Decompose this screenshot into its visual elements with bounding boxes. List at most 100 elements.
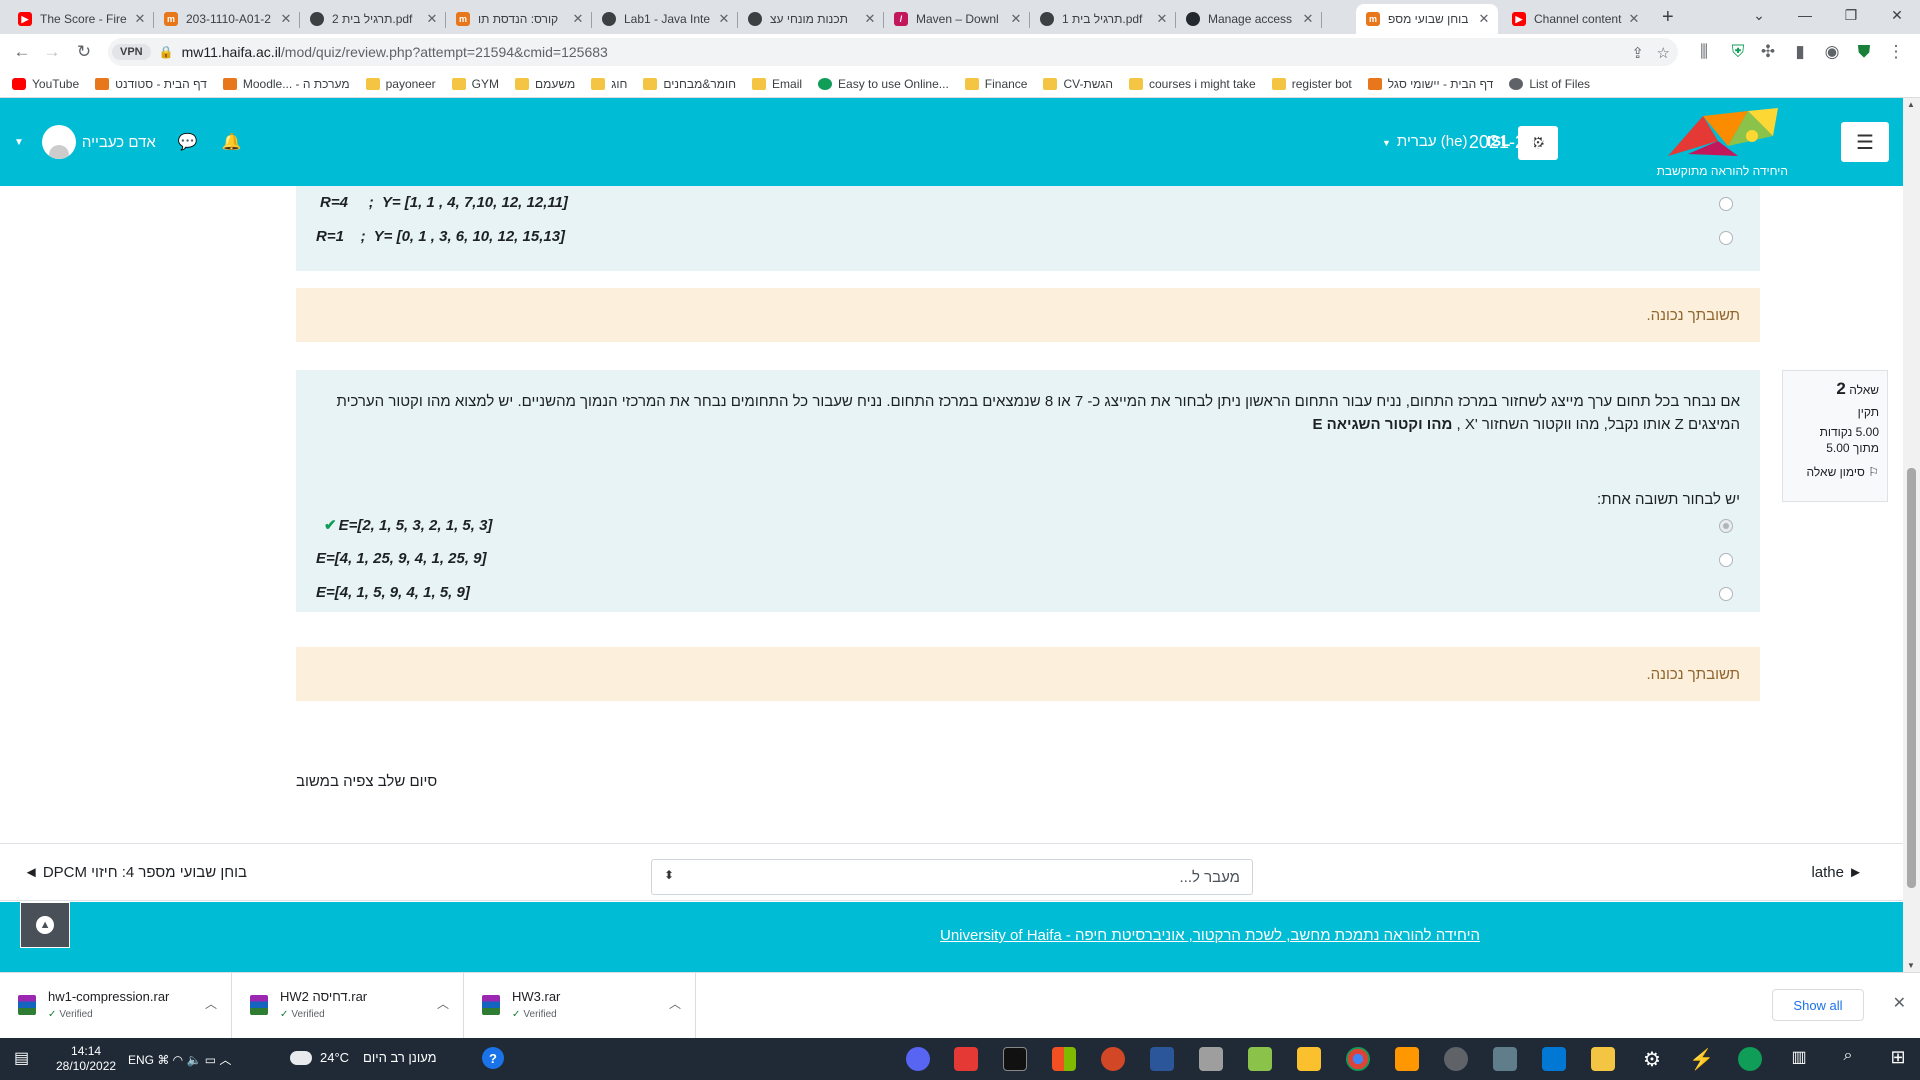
discord-icon[interactable] bbox=[906, 1047, 930, 1071]
close-shelf-icon[interactable]: ✕ bbox=[1893, 993, 1906, 1013]
chrome-icon[interactable] bbox=[1346, 1047, 1370, 1071]
share-icon[interactable]: ⇪ bbox=[1631, 44, 1644, 62]
address-bar[interactable]: VPN 🔒 mw11.haifa.ac.il/mod/quiz/review.p… bbox=[108, 38, 1678, 66]
messages-icon[interactable]: 💬 bbox=[178, 132, 198, 152]
close-tab-icon[interactable]: ✕ bbox=[862, 11, 878, 27]
bookmark-folder[interactable]: payoneer bbox=[365, 77, 436, 91]
powerpoint-icon[interactable] bbox=[1101, 1047, 1125, 1071]
reload-icon[interactable]: ↻ bbox=[72, 40, 96, 64]
browser-tab[interactable]: ▶ Channel content ✕ bbox=[1502, 4, 1648, 34]
file-explorer-icon[interactable] bbox=[1591, 1047, 1615, 1071]
site-logo[interactable]: היחידה להוראה מתוקשבת bbox=[1648, 106, 1788, 178]
bookmark-item[interactable]: YouTube bbox=[12, 77, 79, 91]
app-icon[interactable] bbox=[1199, 1047, 1223, 1071]
avatar[interactable] bbox=[41, 125, 76, 159]
bookmark-folder[interactable]: חוג bbox=[591, 77, 627, 91]
close-tab-icon[interactable]: ✕ bbox=[424, 11, 440, 27]
download-item[interactable]: HW3.rar ✓ Verified ︿ bbox=[464, 973, 696, 1039]
weather-widget[interactable]: 24°C מעונן רב היום bbox=[290, 1045, 437, 1065]
new-tab-button[interactable]: + bbox=[1662, 6, 1674, 29]
user-name[interactable]: אדם כעבייה bbox=[82, 134, 156, 151]
answer-option[interactable]: E=[4, 1, 25, 9, 4, 1, 25, 9] bbox=[296, 546, 1760, 574]
restore-icon[interactable]: ❐ bbox=[1828, 0, 1874, 30]
close-tab-icon[interactable]: ✕ bbox=[132, 11, 148, 27]
security-extension-icon[interactable]: ⛊ bbox=[1852, 40, 1876, 64]
settings-gear-icon[interactable]: ⚙ bbox=[1640, 1047, 1664, 1071]
word-icon[interactable] bbox=[1150, 1047, 1174, 1071]
help-icon[interactable]: ? bbox=[482, 1047, 504, 1069]
bookmark-star-icon[interactable]: ☆ bbox=[1657, 44, 1670, 62]
forward-arrow-icon[interactable]: → bbox=[40, 40, 64, 64]
network-app-icon[interactable] bbox=[1493, 1047, 1517, 1071]
browser-tab[interactable]: ▶ The Score - Fire ✕ bbox=[8, 4, 154, 34]
taskbar-clock[interactable]: 14:14 28/10/2022 bbox=[56, 1044, 116, 1074]
answer-radio[interactable] bbox=[1719, 587, 1733, 601]
chevron-up-icon[interactable]: ︿ bbox=[205, 995, 217, 1012]
search-icon[interactable]: ⌕ bbox=[1836, 1047, 1860, 1071]
vpn-badge[interactable]: VPN bbox=[112, 44, 151, 60]
previous-activity-link[interactable]: בוחן שבועי מספר 4: חיזוי DPCM ◄ bbox=[24, 864, 247, 881]
bookmark-item[interactable]: דף הבית - יישומי סגל bbox=[1367, 77, 1493, 91]
lock-icon[interactable]: 🔒 bbox=[159, 45, 174, 59]
language-menu[interactable]: ▼ עברית (he) bbox=[1382, 133, 1467, 150]
back-arrow-icon[interactable]: ← bbox=[10, 40, 34, 64]
page-scrollbar[interactable]: ▲ ▼ bbox=[1903, 98, 1920, 972]
answer-option-correct[interactable]: ✔ E=[2, 1, 5, 3, 2, 1, 5, 3] bbox=[296, 512, 1760, 540]
ms-store-icon[interactable] bbox=[1052, 1047, 1076, 1071]
caret-down-icon[interactable]: ▼ bbox=[14, 137, 24, 148]
hamburger-menu-button[interactable]: ☰ bbox=[1841, 122, 1889, 162]
close-tab-icon[interactable]: ✕ bbox=[1626, 11, 1642, 27]
browser-active-icon[interactable] bbox=[1444, 1047, 1468, 1071]
browser-tab[interactable]: Manage access ✕ bbox=[1176, 4, 1322, 34]
close-tab-icon[interactable]: ✕ bbox=[570, 11, 586, 27]
close-tab-icon[interactable]: ✕ bbox=[278, 11, 294, 27]
download-item[interactable]: HW2 דחיסה.rar ✓ Verified ︿ bbox=[232, 973, 464, 1039]
answer-option[interactable]: R=4 ; Y= [1, 1 , 4, 7,10, 12, 12,11] bbox=[296, 190, 1760, 218]
edge-icon[interactable] bbox=[1738, 1047, 1762, 1071]
answer-option[interactable]: E=[4, 1, 5, 9, 4, 1, 5, 9] bbox=[296, 580, 1760, 608]
minimize-icon[interactable]: — bbox=[1782, 0, 1828, 30]
bookmark-folder[interactable]: חומר&מבחנים bbox=[643, 77, 736, 91]
answer-radio[interactable] bbox=[1719, 197, 1733, 211]
bookmark-folder[interactable]: courses i might take bbox=[1129, 77, 1256, 91]
tab-search-icon[interactable]: ⌄ bbox=[1736, 0, 1782, 30]
chevron-up-icon[interactable]: ︿ bbox=[437, 995, 449, 1012]
extension-shield-icon[interactable]: ⛨ bbox=[1726, 40, 1750, 64]
terminal-icon[interactable] bbox=[1003, 1047, 1027, 1071]
bookmark-item[interactable]: Easy to use Online... bbox=[818, 77, 949, 91]
mail-icon[interactable] bbox=[1542, 1047, 1566, 1071]
back-to-top-button[interactable]: ▲ bbox=[20, 902, 70, 948]
bookmark-folder[interactable]: משעמם bbox=[514, 77, 575, 91]
scrollbar-thumb[interactable] bbox=[1907, 468, 1916, 888]
bookmark-folder[interactable]: register bot bbox=[1271, 77, 1352, 91]
academic-year[interactable]: 2021-2022 bbox=[1469, 132, 1555, 153]
browser-tab-active[interactable]: m בוחן שבועי מספ ✕ bbox=[1356, 4, 1498, 34]
bookmark-item[interactable]: Moodle... - מערכת ה bbox=[222, 77, 350, 91]
vscode-icon[interactable]: ⚡ bbox=[1689, 1047, 1714, 1071]
browser-tab[interactable]: תכנות מונחי עצ ✕ bbox=[738, 4, 884, 34]
next-activity-link[interactable]: ► lathe bbox=[1811, 864, 1863, 881]
close-tab-icon[interactable]: ✕ bbox=[1154, 11, 1170, 27]
browser-tab[interactable]: m קורס: הנדסת תו ✕ bbox=[446, 4, 592, 34]
download-item[interactable]: hw1-compression.rar ✓ Verified ︿ bbox=[0, 973, 232, 1039]
user-menu[interactable]: ▼ אדם כעבייה 💬 🔔 bbox=[14, 125, 254, 159]
browser-tab[interactable]: / Maven – Downl ✕ bbox=[884, 4, 1030, 34]
media-player-icon[interactable] bbox=[1395, 1047, 1419, 1071]
bookmark-folder[interactable]: CV-הגשת bbox=[1043, 77, 1113, 91]
side-panel-icon[interactable]: ▮ bbox=[1788, 40, 1812, 64]
notifications-bell-icon[interactable]: 🔔 bbox=[222, 132, 242, 152]
chrome-menu-icon[interactable]: ⋮ bbox=[1884, 40, 1908, 64]
close-tab-icon[interactable]: ✕ bbox=[716, 11, 732, 27]
extensions-puzzle-icon[interactable]: ✣ bbox=[1756, 40, 1780, 64]
close-window-icon[interactable]: ✕ bbox=[1874, 0, 1920, 30]
chevron-up-icon[interactable]: ︿ bbox=[669, 995, 681, 1012]
windows-start-icon[interactable]: ⊞ bbox=[1886, 1047, 1910, 1071]
answer-option[interactable]: R=1 ; Y= [0, 1 , 3, 6, 10, 12, 15,13] bbox=[296, 224, 1760, 252]
bookmark-folder[interactable]: GYM bbox=[451, 77, 499, 91]
url-text[interactable]: mw11.haifa.ac.il/mod/quiz/review.php?att… bbox=[182, 44, 608, 60]
task-view-icon[interactable]: ▥ bbox=[1787, 1047, 1811, 1071]
close-tab-icon[interactable]: ✕ bbox=[1300, 11, 1316, 27]
finish-review-link[interactable]: סיום שלב צפיה במשוב bbox=[296, 773, 437, 790]
system-tray[interactable]: ENG ⌘ ◠ 🔈 ▭ ︿ bbox=[128, 1051, 231, 1068]
answer-radio[interactable] bbox=[1719, 553, 1733, 567]
